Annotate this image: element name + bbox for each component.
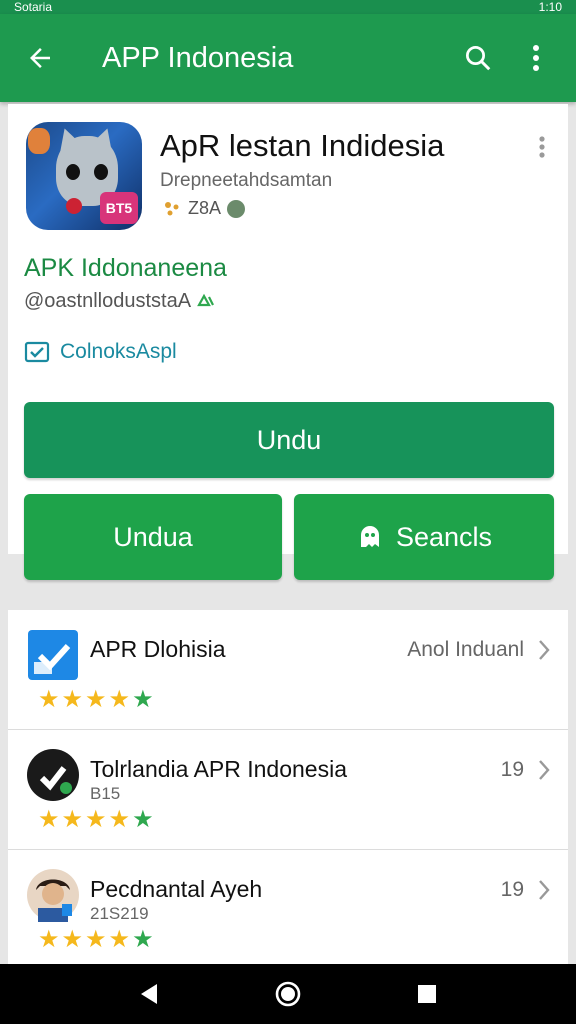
sparkle-icon [165,201,179,215]
star-icon: ★ [61,926,84,953]
star-rating: ★ ★ ★ ★ ★ [38,808,154,832]
developer-name[interactable]: Drepneetahdsamtan [160,170,332,192]
star-icon: ★ [85,806,107,833]
more-vert-icon [539,136,545,158]
app-handle: @oastnlloduststaA [24,290,217,313]
icon-eye-left [66,164,80,180]
star-icon: ★ [38,806,60,833]
status-bar: Sotaria 1:10 [0,0,576,14]
chevron-right-icon [534,756,554,784]
list-item-subtitle: B15 [90,784,121,803]
app-detail-card: BT5 ApR lestan Indidesia Drepneetahdsamt… [8,104,568,580]
status-time: 1:10 [538,0,562,14]
arrow-back-icon [30,48,50,68]
list-item-title: APR Dlohisia [90,636,226,662]
nav-recents-button[interactable] [405,972,449,1016]
card-menu-button[interactable] [530,132,554,162]
app-bar: APP Indonesia [0,14,576,102]
status-left-text: Sotaria [14,0,53,14]
star-half-icon: ★ [108,926,131,953]
list-item-subtitle: 21S219 [90,904,149,923]
chevron-right-icon [534,876,554,904]
ghost-icon [360,526,379,547]
more-vert-icon [533,45,539,71]
nav-home-button[interactable] [266,972,310,1016]
recycle-icon [197,293,215,306]
icon-blob [28,128,50,154]
star-icon: ★ [38,926,60,953]
badge-icon [227,199,246,218]
star-icon: ★ [132,686,154,713]
list-item[interactable]: Pecdnantal Ayeh 21S219 19 ★ ★ ★ ★ ★ [8,850,568,964]
star-icon: ★ [85,926,107,953]
chevron-right-icon [534,636,554,664]
icon-red-dot [66,198,82,214]
list-item-side: 19 [500,878,524,901]
star-half-icon: ★ [108,806,131,833]
search-action-label: Seancls [395,521,493,552]
list-item-side: Anol Induanl [407,638,524,661]
star-icon: ★ [61,806,84,833]
verified-row[interactable]: ColnoksAspl [24,340,177,364]
secondary-download-button[interactable]: Undua [24,494,282,580]
app-rating-text: Z8A [188,198,222,218]
nav-back-button[interactable] [127,972,171,1016]
search-button[interactable] [456,36,500,80]
app-name: ApR lestan Indidesia [160,128,445,163]
app-icon[interactable]: BT5 [26,122,142,230]
icon-eye-right [94,164,108,180]
avatar-icon [26,868,80,922]
app-handle-text: @oastnlloduststaA [24,290,192,312]
list-item-side: 19 [500,758,524,781]
search-action-button[interactable]: Seancls [294,494,554,580]
square-recents-icon [417,985,436,1003]
checkbox-app-icon [26,628,80,682]
system-nav-bar [0,964,576,1024]
check-box-icon [24,341,50,363]
list-item-title: Tolrlandia APR Indonesia [90,756,347,782]
star-icon: ★ [61,686,84,713]
triangle-back-icon [141,984,158,1004]
app-icon-tag: BT5 [100,192,138,224]
verified-label: ColnoksAspl [60,340,177,363]
app-subtitle: APK Iddonaneena [24,254,227,282]
star-half-icon: ★ [108,686,131,713]
circle-home-icon [275,981,301,1007]
star-icon: ★ [85,686,107,713]
list-item[interactable]: Tolrlandia APR Indonesia B15 19 ★ ★ ★ ★ … [8,730,568,850]
app-bar-title: APP Indonesia [102,41,294,74]
star-icon: ★ [132,926,154,953]
download-button[interactable]: Undu [24,402,554,478]
star-rating: ★ ★ ★ ★ ★ [38,928,154,952]
dark-logo-icon [26,748,80,802]
list-item[interactable]: APR Dlohisia Anol Induanl ★ ★ ★ ★ ★ [8,610,568,730]
star-icon: ★ [38,686,60,713]
back-button[interactable] [18,36,62,80]
app-meta: Z8A [162,198,246,219]
search-icon [466,46,491,71]
list-item-title: Pecdnantal Ayeh [90,876,263,902]
app-list: APR Dlohisia Anol Induanl ★ ★ ★ ★ ★ Tolr… [8,610,568,964]
star-rating: ★ ★ ★ ★ ★ [38,688,154,712]
star-icon: ★ [132,806,154,833]
overflow-menu-button[interactable] [514,36,558,80]
